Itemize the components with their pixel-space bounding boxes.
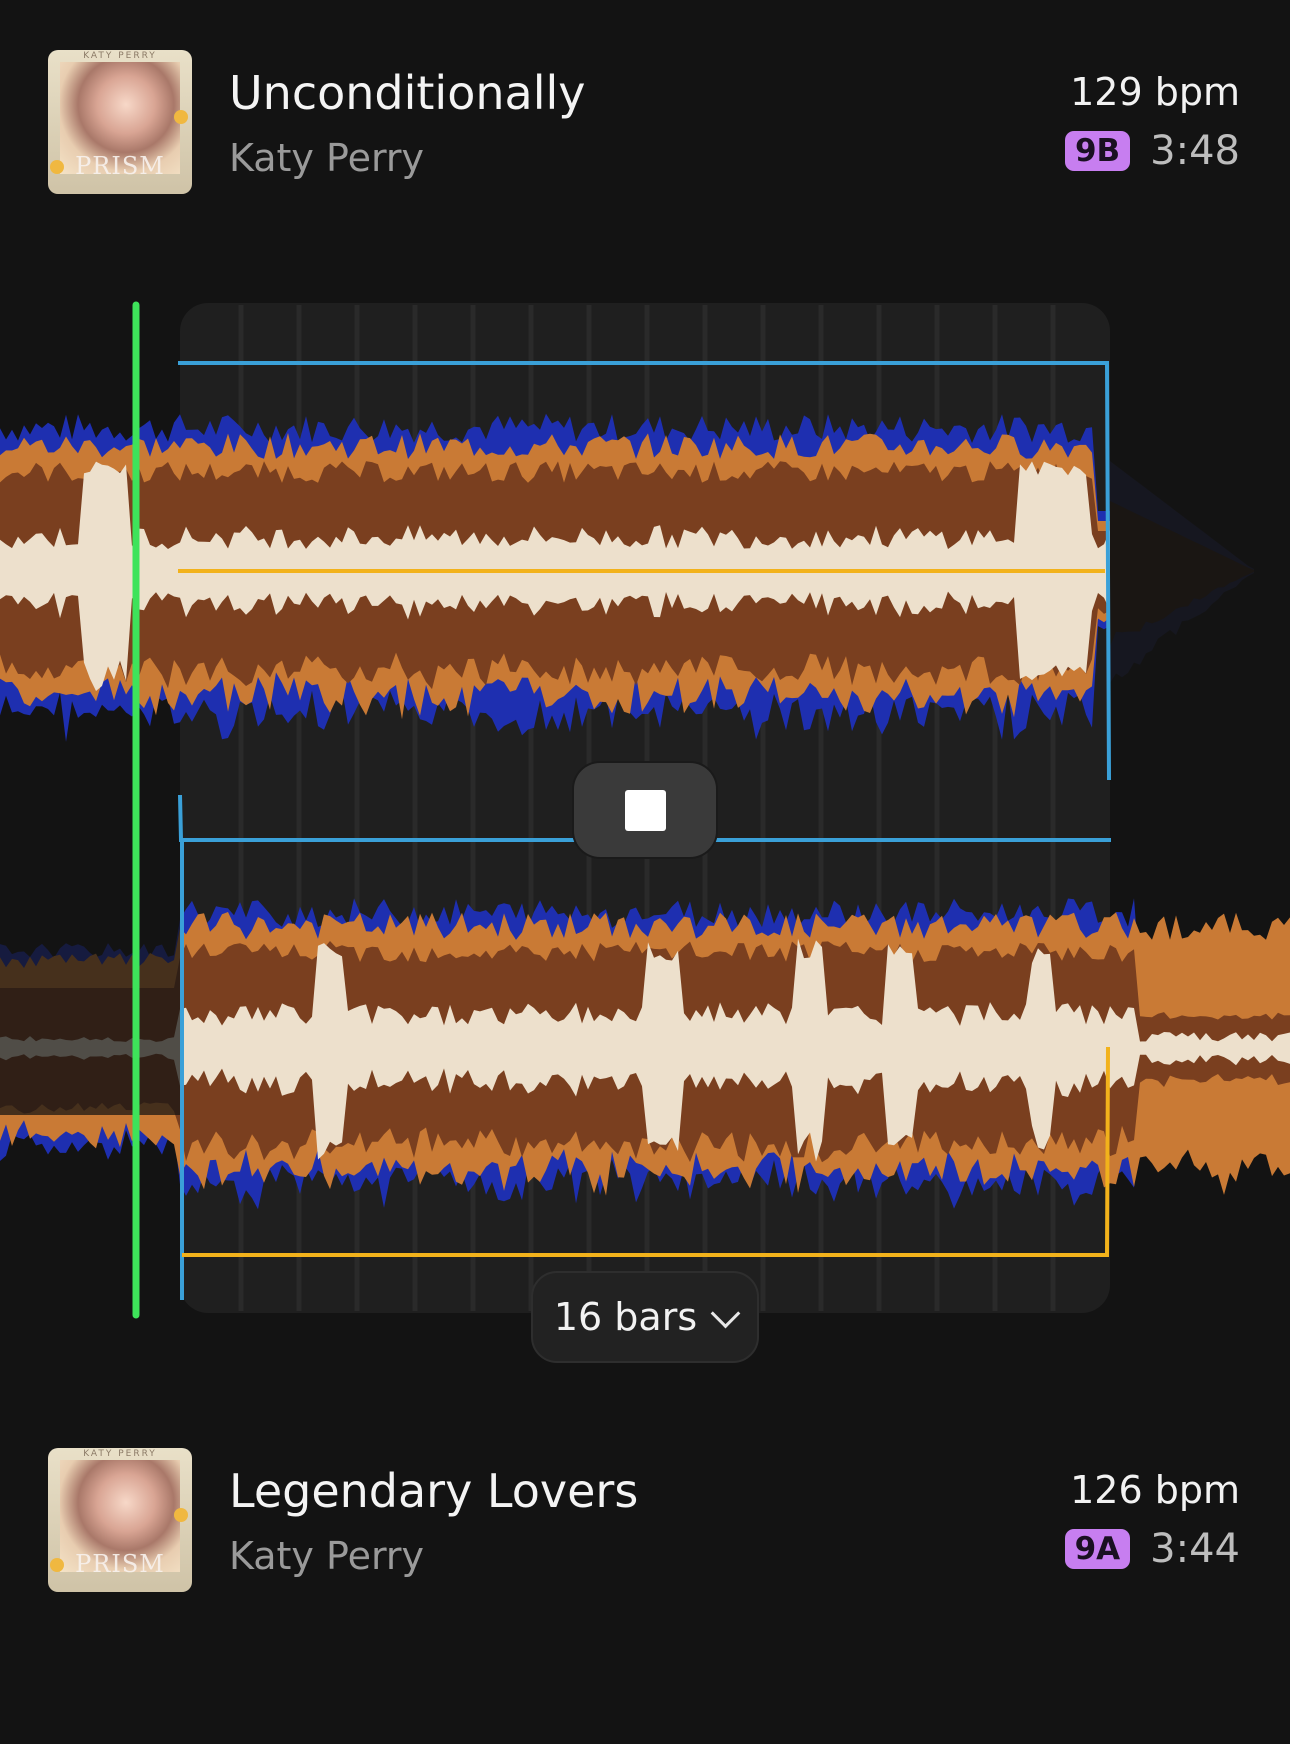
track-artist: Katy Perry (229, 136, 425, 180)
transition-length-dropdown[interactable]: 16 bars (531, 1271, 759, 1363)
waveform-outgoing-track (0, 413, 1254, 742)
album-cover-image: KATY PERRY PRISM (48, 1448, 192, 1592)
track-duration: 3:48 (1150, 128, 1240, 174)
track-title: Legendary Lovers (229, 1464, 639, 1518)
key-badge: 9A (1064, 1529, 1131, 1569)
track-bpm: 126 bpm (1070, 1468, 1240, 1512)
stop-button[interactable] (574, 763, 716, 857)
cover-top-text: KATY PERRY (83, 51, 157, 61)
cover-label: PRISM (75, 1550, 165, 1578)
transition-length-label: 16 bars (553, 1295, 698, 1339)
waveform-incoming-track (0, 898, 1290, 1210)
cover-label: PRISM (75, 152, 165, 180)
cover-top-text: KATY PERRY (83, 1449, 157, 1459)
key-badge: 9B (1064, 131, 1131, 171)
chevron-down-icon (710, 1298, 741, 1328)
track-row-next[interactable]: KATY PERRY PRISM Legendary Lovers Katy P… (0, 1448, 1290, 1594)
track-bpm: 129 bpm (1070, 70, 1240, 114)
album-cover-image: KATY PERRY PRISM (48, 50, 192, 194)
track-artist: Katy Perry (229, 1534, 425, 1578)
fade-out-overlay (1110, 385, 1290, 805)
track-title: Unconditionally (229, 66, 586, 120)
stop-icon (625, 790, 666, 831)
track-duration: 3:44 (1150, 1526, 1240, 1572)
track-row-current[interactable]: KATY PERRY PRISM Unconditionally Katy Pe… (0, 50, 1290, 196)
fade-in-overlay (0, 875, 180, 1115)
